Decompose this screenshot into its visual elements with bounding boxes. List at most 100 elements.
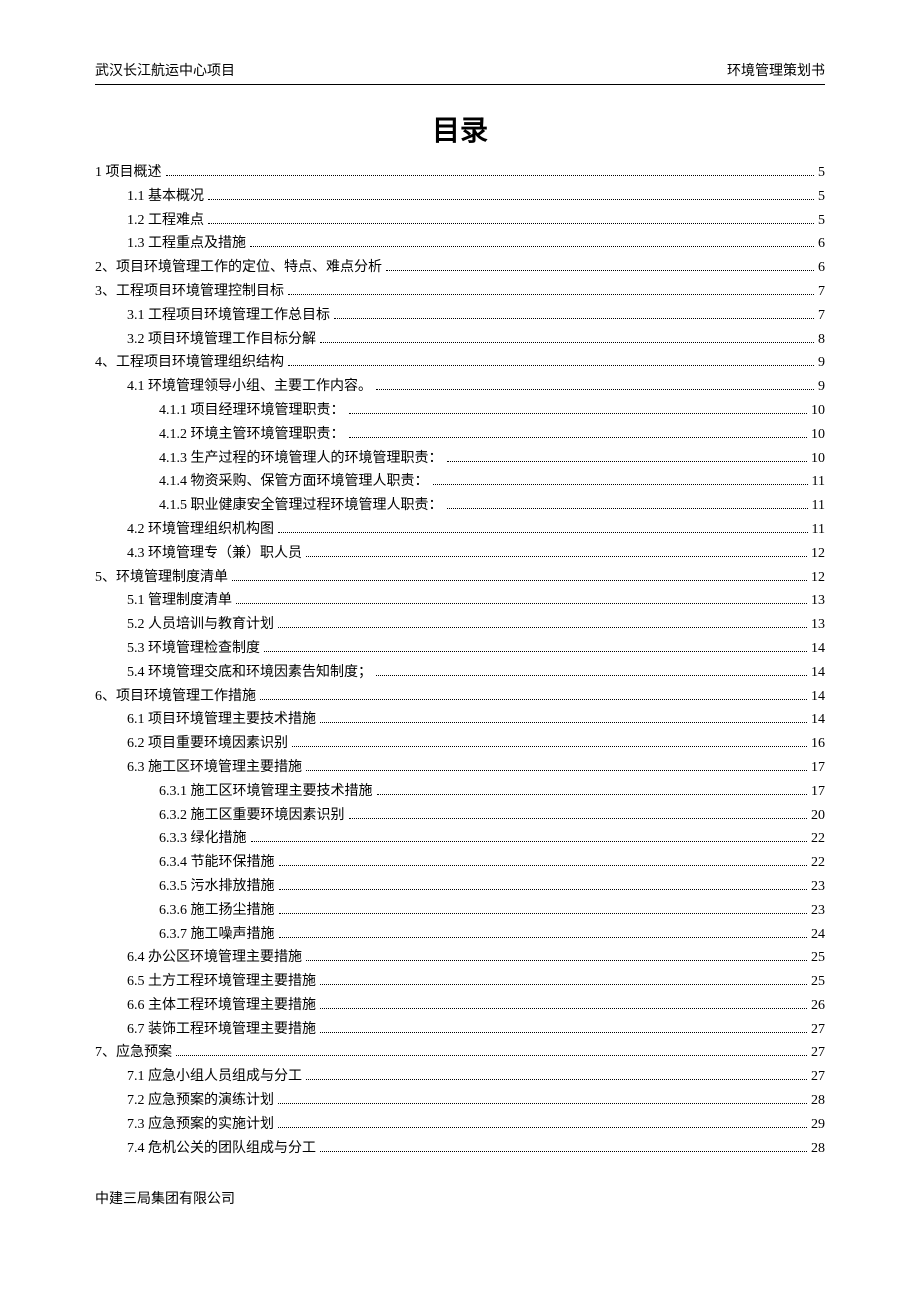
toc-entry-page: 26: [811, 994, 825, 1018]
toc-leader-dots: [278, 1090, 807, 1104]
toc-entry[interactable]: 1.2 工程难点5: [95, 209, 825, 233]
toc-entry[interactable]: 6.1 项目环境管理主要技术措施14: [95, 708, 825, 732]
toc-entry[interactable]: 1.3 工程重点及措施 6: [95, 232, 825, 256]
toc-leader-dots: [306, 757, 807, 771]
toc-entry[interactable]: 6.3.7 施工噪声措施 24: [95, 923, 825, 947]
toc-entry-label: 3.2 项目环境管理工作目标分解: [127, 328, 316, 352]
toc-entry-label: 7.1 应急小组人员组成与分工: [127, 1065, 302, 1089]
toc-leader-dots: [306, 948, 807, 962]
toc-entry-page: 9: [818, 351, 825, 375]
toc-leader-dots: [447, 448, 808, 462]
toc-entry-label: 4.1.4 物资采购、保管方面环境管理人职责：: [159, 470, 429, 494]
toc-entry[interactable]: 1.1 基本概况5: [95, 185, 825, 209]
toc-entry[interactable]: 6.3.1 施工区环境管理主要技术措施17: [95, 780, 825, 804]
toc-entry-page: 10: [811, 399, 825, 423]
toc-entry[interactable]: 4、工程项目环境管理组织结构9: [95, 351, 825, 375]
toc-entry-label: 1.3 工程重点及措施: [127, 232, 246, 256]
page-footer: 中建三局集团有限公司: [95, 1188, 825, 1208]
toc-leader-dots: [251, 829, 808, 843]
toc-entry-label: 6.3.6 施工扬尘措施: [159, 899, 275, 923]
toc-entry-label: 5.3 环境管理检查制度: [127, 637, 260, 661]
toc-entry-label: 6.3.5 污水排放措施: [159, 875, 275, 899]
toc-entry[interactable]: 6.3.5 污水排放措施 23: [95, 875, 825, 899]
toc-entry[interactable]: 4.2 环境管理组织机构图11: [95, 518, 825, 542]
toc-entry-label: 1.1 基本概况: [127, 185, 204, 209]
toc-entry-page: 7: [818, 304, 825, 328]
toc-entry[interactable]: 4.3 环境管理专（兼）职人员12: [95, 542, 825, 566]
toc-entry[interactable]: 4.1.4 物资采购、保管方面环境管理人职责：11: [95, 470, 825, 494]
toc-leader-dots: [166, 162, 815, 176]
toc-leader-dots: [278, 615, 807, 629]
toc-entry[interactable]: 4.1 环境管理领导小组、主要工作内容。9: [95, 375, 825, 399]
toc-entry-label: 4.1.1 项目经理环境管理职责：: [159, 399, 345, 423]
toc-entry[interactable]: 7.2 应急预案的演练计划28: [95, 1089, 825, 1113]
toc-entry-label: 4.1.3 生产过程的环境管理人的环境管理职责：: [159, 447, 443, 471]
toc-leader-dots: [377, 781, 808, 795]
toc-entry-page: 17: [811, 780, 825, 804]
toc-leader-dots: [320, 710, 807, 724]
toc-entry[interactable]: 7.3 应急预案的实施计划29: [95, 1113, 825, 1137]
toc-entry[interactable]: 3.1 工程项目环境管理工作总目标7: [95, 304, 825, 328]
toc-entry[interactable]: 6、项目环境管理工作措施14: [95, 685, 825, 709]
toc-entry[interactable]: 6.7 装饰工程环境管理主要措施27: [95, 1018, 825, 1042]
toc-entry[interactable]: 3、工程项目环境管理控制目标7: [95, 280, 825, 304]
toc-entry-page: 24: [811, 923, 825, 947]
toc-entry[interactable]: 6.3 施工区环境管理主要措施17: [95, 756, 825, 780]
toc-entry-page: 22: [811, 851, 825, 875]
toc-entry-page: 12: [811, 566, 825, 590]
toc-entry[interactable]: 3.2 项目环境管理工作目标分解8: [95, 328, 825, 352]
toc-entry[interactable]: 6.4 办公区环境管理主要措施25: [95, 946, 825, 970]
toc-entry[interactable]: 6.5 土方工程环境管理主要措施25: [95, 970, 825, 994]
toc-entry-label: 7.3 应急预案的实施计划: [127, 1113, 274, 1137]
toc-leader-dots: [208, 186, 814, 200]
toc-leader-dots: [447, 496, 808, 510]
toc-entry[interactable]: 6.3.3 绿化措施22: [95, 827, 825, 851]
toc-leader-dots: [264, 638, 807, 652]
toc-entry-label: 4.1.2 环境主管环境管理职责：: [159, 423, 345, 447]
toc-entry-label: 5、环境管理制度清单: [95, 566, 228, 590]
toc-entry[interactable]: 5.3 环境管理检查制度14: [95, 637, 825, 661]
toc-entry[interactable]: 4.1.3 生产过程的环境管理人的环境管理职责：10: [95, 447, 825, 471]
toc-entry[interactable]: 5、环境管理制度清单 12: [95, 566, 825, 590]
toc-entry[interactable]: 6.2 项目重要环境因素识别16: [95, 732, 825, 756]
toc-entry-label: 7.2 应急预案的演练计划: [127, 1089, 274, 1113]
table-of-contents: 1 项目概述51.1 基本概况51.2 工程难点51.3 工程重点及措施62、项…: [95, 161, 825, 1160]
toc-leader-dots: [306, 1067, 807, 1081]
toc-entry[interactable]: 2、项目环境管理工作的定位、特点、难点分析6: [95, 256, 825, 280]
toc-entry-label: 6.3.7 施工噪声措施: [159, 923, 275, 947]
toc-entry-label: 6.7 装饰工程环境管理主要措施: [127, 1018, 316, 1042]
toc-leader-dots: [288, 281, 814, 295]
toc-entry-label: 4.2 环境管理组织机构图: [127, 518, 274, 542]
toc-entry-label: 6.3.4 节能环保措施: [159, 851, 275, 875]
toc-entry-page: 5: [818, 209, 825, 233]
toc-entry-page: 6: [818, 232, 825, 256]
toc-entry-label: 2、项目环境管理工作的定位、特点、难点分析: [95, 256, 382, 280]
toc-entry[interactable]: 4.1.5 职业健康安全管理过程环境管理人职责：11: [95, 494, 825, 518]
toc-entry[interactable]: 7.1 应急小组人员组成与分工27: [95, 1065, 825, 1089]
toc-leader-dots: [176, 1043, 807, 1057]
toc-entry[interactable]: 6.3.4 节能环保措施 22: [95, 851, 825, 875]
toc-entry-page: 10: [811, 423, 825, 447]
toc-entry-page: 14: [811, 685, 825, 709]
toc-entry[interactable]: 5.2 人员培训与教育计划13: [95, 613, 825, 637]
toc-entry-label: 5.4 环境管理交底和环境因素告知制度；: [127, 661, 372, 685]
toc-entry[interactable]: 5.4 环境管理交底和环境因素告知制度；14: [95, 661, 825, 685]
toc-entry[interactable]: 7.4 危机公关的团队组成与分工28: [95, 1137, 825, 1161]
toc-entry-label: 7、应急预案: [95, 1041, 172, 1065]
toc-entry-label: 6.3 施工区环境管理主要措施: [127, 756, 302, 780]
toc-entry[interactable]: 6.3.6 施工扬尘措施23: [95, 899, 825, 923]
toc-entry[interactable]: 6.3.2 施工区重要环境因素识别20: [95, 804, 825, 828]
toc-entry-page: 23: [811, 875, 825, 899]
toc-leader-dots: [386, 258, 814, 272]
toc-entry-label: 4.1 环境管理领导小组、主要工作内容。: [127, 375, 372, 399]
toc-entry[interactable]: 4.1.1 项目经理环境管理职责： 10: [95, 399, 825, 423]
toc-entry[interactable]: 5.1 管理制度清单13: [95, 589, 825, 613]
toc-leader-dots: [260, 686, 807, 700]
toc-entry[interactable]: 4.1.2 环境主管环境管理职责： 10: [95, 423, 825, 447]
toc-leader-dots: [320, 972, 807, 986]
toc-entry[interactable]: 6.6 主体工程环境管理主要措施26: [95, 994, 825, 1018]
toc-leader-dots: [279, 876, 808, 890]
toc-entry[interactable]: 1 项目概述5: [95, 161, 825, 185]
toc-entry-label: 6.2 项目重要环境因素识别: [127, 732, 288, 756]
toc-entry[interactable]: 7、应急预案27: [95, 1041, 825, 1065]
